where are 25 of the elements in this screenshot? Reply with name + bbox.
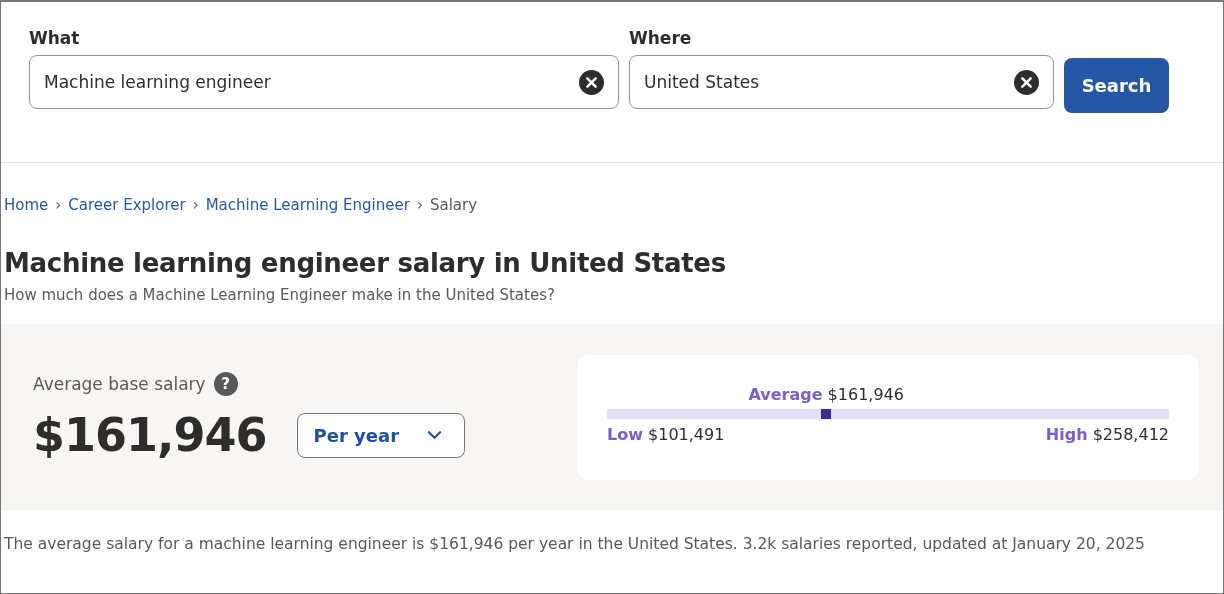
clear-icon[interactable] bbox=[579, 70, 604, 95]
average-salary: Average $161,946 bbox=[748, 384, 904, 404]
breadcrumb-separator: › bbox=[55, 196, 62, 214]
salary-label: Average base salary bbox=[33, 374, 206, 394]
breadcrumb-link[interactable]: Career Explorer bbox=[68, 196, 186, 214]
help-icon[interactable]: ? bbox=[213, 372, 238, 396]
breadcrumb-link[interactable]: Machine Learning Engineer bbox=[205, 196, 410, 214]
breadcrumb-separator: › bbox=[416, 196, 423, 214]
field-label: Where bbox=[629, 28, 693, 48]
period-dropdown[interactable]: Per year bbox=[296, 412, 465, 458]
chevron-down-icon bbox=[426, 430, 442, 440]
page-subtitle: How much does a Machine Learning Engineer make in the United States? bbox=[4, 286, 556, 304]
salary-summary: The average salary for a machine learning engineer is $161,946 per year in the United States. 3.2k salaries reported, updated at January 20, 2025 bbox=[4, 535, 1146, 553]
search-button[interactable]: Search bbox=[1064, 58, 1169, 113]
breadcrumb-link[interactable]: Home bbox=[4, 196, 49, 214]
salary-amount: $161,946 bbox=[33, 408, 267, 462]
page-title: Machine learning engineer salary in United States bbox=[4, 248, 727, 278]
input-field[interactable]: United States bbox=[629, 55, 1054, 109]
input-field[interactable]: Machine learning engineer bbox=[29, 55, 619, 109]
breadcrumb-current: Salary bbox=[429, 196, 478, 214]
high-salary: High $258,412 bbox=[1045, 424, 1169, 444]
field-label: What bbox=[29, 28, 81, 48]
clear-icon[interactable] bbox=[1014, 70, 1039, 95]
low-salary: Low $101,491 bbox=[607, 424, 725, 444]
breadcrumb-separator: › bbox=[192, 196, 199, 214]
